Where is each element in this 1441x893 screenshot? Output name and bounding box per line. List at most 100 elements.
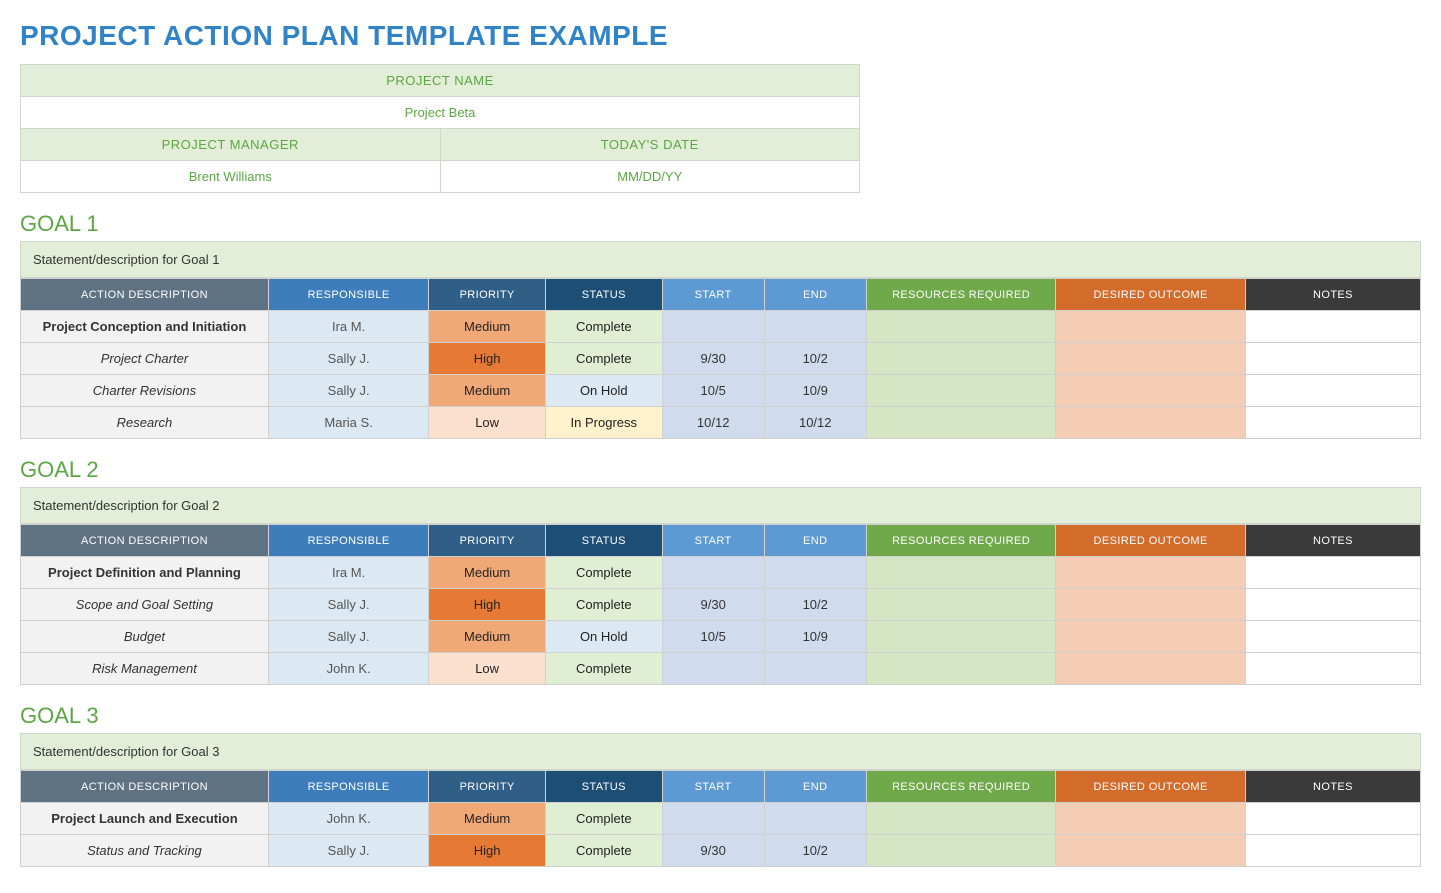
notes-cell[interactable]: [1245, 835, 1420, 867]
responsible-cell[interactable]: John K.: [268, 803, 428, 835]
priority-cell[interactable]: Medium: [429, 557, 546, 589]
priority-cell[interactable]: High: [429, 343, 546, 375]
outcome-cell[interactable]: [1056, 589, 1246, 621]
outcome-cell[interactable]: [1056, 311, 1246, 343]
end-cell[interactable]: 10/9: [764, 621, 866, 653]
status-cell[interactable]: Complete: [545, 557, 662, 589]
notes-cell[interactable]: [1245, 407, 1420, 439]
notes-cell[interactable]: [1245, 621, 1420, 653]
outcome-cell[interactable]: [1056, 621, 1246, 653]
priority-cell[interactable]: Medium: [429, 311, 546, 343]
responsible-cell[interactable]: Ira M.: [268, 311, 428, 343]
end-col-header: END: [764, 771, 866, 803]
end-cell[interactable]: 10/2: [764, 835, 866, 867]
action-cell[interactable]: Scope and Goal Setting: [21, 589, 269, 621]
responsible-cell[interactable]: Maria S.: [268, 407, 428, 439]
status-cell[interactable]: Complete: [545, 311, 662, 343]
notes-cell[interactable]: [1245, 803, 1420, 835]
priority-cell[interactable]: High: [429, 835, 546, 867]
status-cell[interactable]: Complete: [545, 589, 662, 621]
action-cell[interactable]: Charter Revisions: [21, 375, 269, 407]
end-cell[interactable]: [764, 803, 866, 835]
action-cell[interactable]: Status and Tracking: [21, 835, 269, 867]
responsible-cell[interactable]: Ira M.: [268, 557, 428, 589]
end-cell[interactable]: [764, 311, 866, 343]
start-cell[interactable]: 9/30: [662, 835, 764, 867]
start-cell[interactable]: 10/12: [662, 407, 764, 439]
outcome-cell[interactable]: [1056, 653, 1246, 685]
resources-cell[interactable]: [866, 343, 1056, 375]
resources-cell[interactable]: [866, 621, 1056, 653]
project-manager-value[interactable]: Brent Williams: [21, 161, 441, 193]
notes-cell[interactable]: [1245, 589, 1420, 621]
goal-statement[interactable]: Statement/description for Goal 1: [20, 241, 1421, 278]
status-cell[interactable]: On Hold: [545, 621, 662, 653]
priority-cell[interactable]: Medium: [429, 803, 546, 835]
project-name-value[interactable]: Project Beta: [21, 97, 860, 129]
notes-cell[interactable]: [1245, 557, 1420, 589]
start-cell[interactable]: [662, 653, 764, 685]
status-cell[interactable]: On Hold: [545, 375, 662, 407]
start-cell[interactable]: [662, 311, 764, 343]
priority-cell[interactable]: Medium: [429, 375, 546, 407]
responsible-cell[interactable]: Sally J.: [268, 589, 428, 621]
action-cell[interactable]: Risk Management: [21, 653, 269, 685]
status-cell[interactable]: Complete: [545, 835, 662, 867]
status-cell[interactable]: Complete: [545, 653, 662, 685]
start-cell[interactable]: [662, 803, 764, 835]
responsible-cell[interactable]: Sally J.: [268, 375, 428, 407]
notes-cell[interactable]: [1245, 653, 1420, 685]
outcome-cell[interactable]: [1056, 407, 1246, 439]
todays-date-value[interactable]: MM/DD/YY: [440, 161, 860, 193]
resources-cell[interactable]: [866, 557, 1056, 589]
notes-cell[interactable]: [1245, 375, 1420, 407]
action-cell[interactable]: Project Conception and Initiation: [21, 311, 269, 343]
end-cell[interactable]: 10/2: [764, 343, 866, 375]
priority-cell[interactable]: Medium: [429, 621, 546, 653]
end-cell[interactable]: [764, 557, 866, 589]
action-cell[interactable]: Project Launch and Execution: [21, 803, 269, 835]
resources-cell[interactable]: [866, 835, 1056, 867]
end-cell[interactable]: [764, 653, 866, 685]
outcome-cell[interactable]: [1056, 343, 1246, 375]
notes-col-header: NOTES: [1245, 525, 1420, 557]
responsible-cell[interactable]: Sally J.: [268, 835, 428, 867]
goal-statement[interactable]: Statement/description for Goal 2: [20, 487, 1421, 524]
priority-cell[interactable]: High: [429, 589, 546, 621]
status-cell[interactable]: Complete: [545, 343, 662, 375]
notes-cell[interactable]: [1245, 343, 1420, 375]
outcome-cell[interactable]: [1056, 375, 1246, 407]
page-title: PROJECT ACTION PLAN TEMPLATE EXAMPLE: [20, 20, 1421, 52]
start-cell[interactable]: 9/30: [662, 589, 764, 621]
resources-cell[interactable]: [866, 653, 1056, 685]
status-cell[interactable]: In Progress: [545, 407, 662, 439]
resources-cell[interactable]: [866, 311, 1056, 343]
resources-cell[interactable]: [866, 375, 1056, 407]
status-cell[interactable]: Complete: [545, 803, 662, 835]
start-cell[interactable]: [662, 557, 764, 589]
priority-col-header: PRIORITY: [429, 771, 546, 803]
outcome-cell[interactable]: [1056, 835, 1246, 867]
action-cell[interactable]: Project Charter: [21, 343, 269, 375]
start-cell[interactable]: 10/5: [662, 621, 764, 653]
resources-cell[interactable]: [866, 589, 1056, 621]
action-cell[interactable]: Research: [21, 407, 269, 439]
end-cell[interactable]: 10/2: [764, 589, 866, 621]
start-cell[interactable]: 9/30: [662, 343, 764, 375]
notes-cell[interactable]: [1245, 311, 1420, 343]
start-cell[interactable]: 10/5: [662, 375, 764, 407]
action-cell[interactable]: Budget: [21, 621, 269, 653]
action-cell[interactable]: Project Definition and Planning: [21, 557, 269, 589]
priority-cell[interactable]: Low: [429, 407, 546, 439]
end-cell[interactable]: 10/9: [764, 375, 866, 407]
goal-statement[interactable]: Statement/description for Goal 3: [20, 733, 1421, 770]
priority-cell[interactable]: Low: [429, 653, 546, 685]
outcome-cell[interactable]: [1056, 803, 1246, 835]
responsible-cell[interactable]: Sally J.: [268, 621, 428, 653]
responsible-cell[interactable]: John K.: [268, 653, 428, 685]
resources-cell[interactable]: [866, 803, 1056, 835]
end-cell[interactable]: 10/12: [764, 407, 866, 439]
responsible-cell[interactable]: Sally J.: [268, 343, 428, 375]
outcome-cell[interactable]: [1056, 557, 1246, 589]
resources-cell[interactable]: [866, 407, 1056, 439]
